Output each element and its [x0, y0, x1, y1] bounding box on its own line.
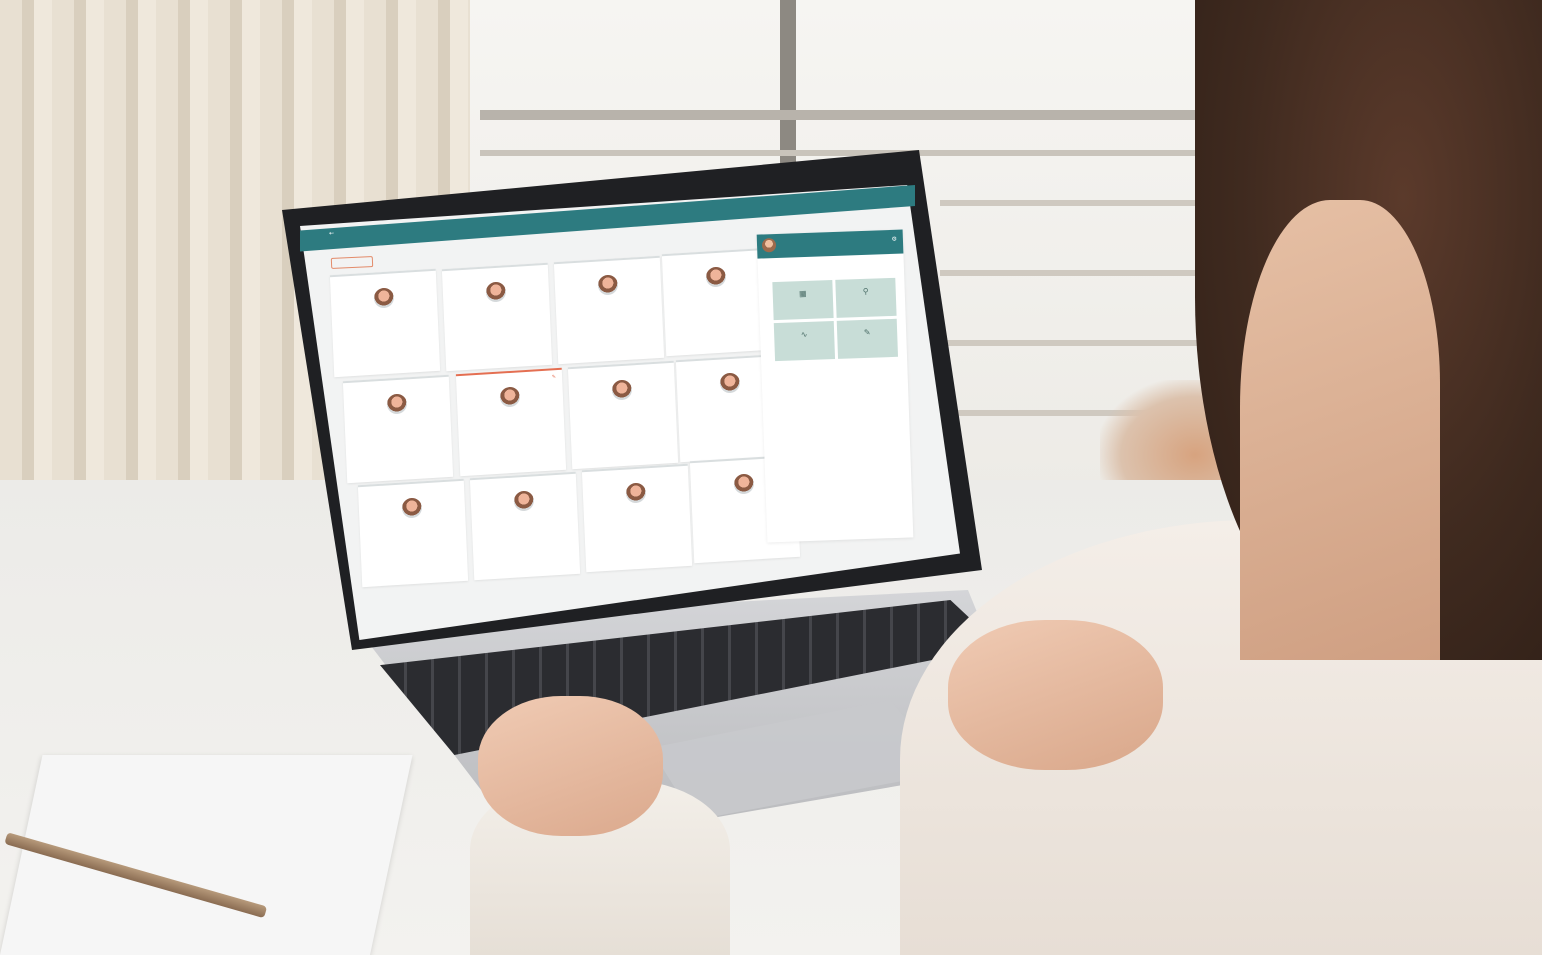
- employee-location: [566, 344, 656, 349]
- person-face: [1240, 200, 1440, 660]
- employee-name: [570, 405, 676, 411]
- avatar: [386, 393, 408, 415]
- employee-card[interactable]: [567, 360, 679, 470]
- employee-location: [702, 543, 792, 548]
- person-left-hand: [478, 696, 663, 836]
- avatar: [761, 237, 777, 253]
- edit-icon: ✎: [863, 327, 871, 337]
- activity-icon: ∿: [800, 329, 808, 340]
- calendar-icon: ▦: [798, 288, 807, 299]
- employee-location: [342, 357, 432, 362]
- employee-name: [458, 412, 564, 418]
- employee-role: [370, 531, 456, 536]
- employee-card[interactable]: [553, 255, 665, 365]
- employee-location: [370, 567, 460, 572]
- window-frame-horizontal: [480, 110, 1300, 120]
- employee-role: [468, 420, 554, 425]
- avatar: [513, 490, 535, 512]
- avatar: [373, 287, 395, 309]
- action-tile[interactable]: ✎: [836, 318, 899, 359]
- employee-card[interactable]: [661, 247, 773, 357]
- employee-card[interactable]: [329, 268, 441, 378]
- avatar: [705, 266, 727, 288]
- avatar: [597, 274, 619, 296]
- employee-location: [594, 552, 684, 557]
- employee-name: [472, 516, 578, 522]
- employee-card[interactable]: [469, 471, 581, 581]
- employee-role: [342, 321, 428, 326]
- back-arrow-icon[interactable]: ←: [329, 230, 334, 237]
- employee-role: [688, 406, 774, 411]
- employee-role: [355, 427, 441, 432]
- employee-location: [355, 463, 445, 468]
- person-right-hand: [948, 620, 1163, 770]
- employee-card[interactable]: [581, 463, 693, 573]
- employee-location: [674, 336, 764, 341]
- employee-location: [454, 351, 544, 356]
- tile-label: [836, 304, 896, 306]
- avatar: [611, 379, 633, 401]
- avatar: [499, 386, 521, 408]
- detail-panel-header: ⚙: [756, 229, 904, 259]
- employee-role: [454, 315, 540, 320]
- employee-card[interactable]: [342, 374, 454, 484]
- employee-location: [468, 456, 558, 461]
- employee-location: [482, 560, 572, 565]
- avatar: [401, 497, 423, 519]
- tile-label: [775, 347, 835, 349]
- employee-card[interactable]: [441, 262, 553, 372]
- employee-name: [332, 313, 438, 319]
- avatar: [485, 281, 507, 303]
- employee-role: [594, 516, 680, 521]
- employee-card[interactable]: [357, 478, 469, 588]
- action-tile[interactable]: ∿: [773, 321, 836, 362]
- avatar: [733, 473, 755, 495]
- detail-panel: ⚙ ▦ ⚲ ∿ ✎: [756, 229, 914, 543]
- filter-chip[interactable]: [330, 256, 374, 269]
- search-icon: ⚲: [862, 286, 869, 296]
- avatar: [625, 482, 647, 504]
- action-tile[interactable]: ▦: [772, 280, 834, 321]
- gear-icon[interactable]: ⚙: [891, 236, 897, 243]
- employee-name: [345, 419, 451, 425]
- employee-card-selected[interactable]: ✎: [455, 367, 567, 477]
- action-tile[interactable]: ⚲: [835, 277, 897, 318]
- employee-name: [584, 508, 690, 514]
- employee-role: [566, 308, 652, 313]
- tile-label: [773, 306, 833, 308]
- tile-label: [838, 345, 898, 347]
- employee-role: [482, 524, 568, 529]
- employee-name: [664, 292, 770, 298]
- employee-name: [360, 523, 466, 529]
- avatar: [719, 372, 741, 394]
- employee-role: [580, 413, 666, 418]
- edit-icon[interactable]: ✎: [552, 374, 556, 380]
- employee-name: [444, 307, 550, 313]
- employee-role: [674, 300, 760, 305]
- employee-name: [556, 300, 662, 306]
- employee-location: [580, 449, 670, 454]
